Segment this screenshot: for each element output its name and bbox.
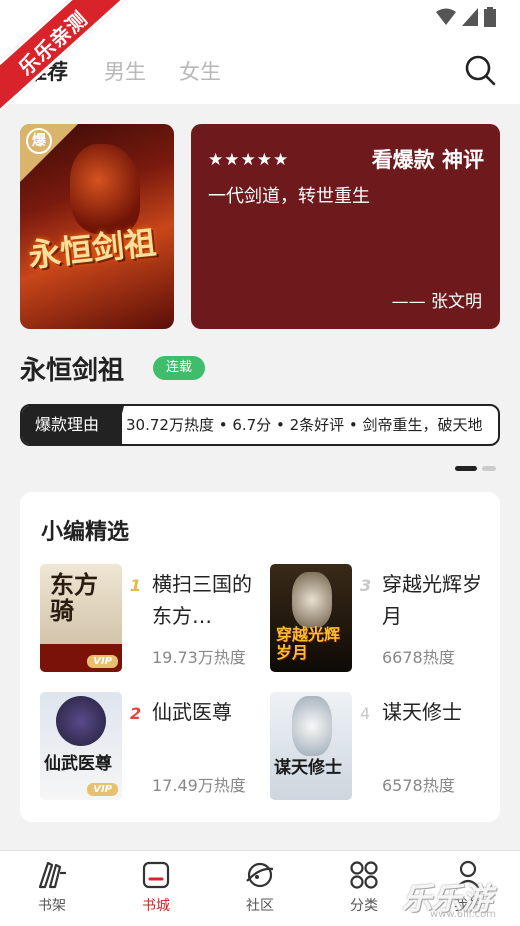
signal-icon bbox=[462, 8, 478, 26]
pager-dot-active bbox=[455, 466, 477, 471]
nav-label: 分类 bbox=[350, 898, 378, 914]
pick-item[interactable]: 仙武医尊 VIP 2 仙武医尊 17.49万热度 bbox=[40, 692, 260, 802]
book-cover: 穿越光辉岁月 bbox=[270, 564, 352, 672]
nav-bookshelf[interactable]: 书架 bbox=[17, 859, 87, 915]
book-name: 穿越光辉岁月 bbox=[382, 572, 482, 628]
rank-number: 1 bbox=[130, 576, 141, 595]
cover-art bbox=[56, 696, 106, 746]
tab-male[interactable]: 男生 bbox=[104, 56, 146, 86]
book-heat: 6678热度 bbox=[382, 648, 455, 667]
star-icon: ★ bbox=[208, 150, 225, 170]
community-icon bbox=[246, 862, 274, 888]
banner-author: —— 张文明 bbox=[391, 292, 482, 312]
hot-reason-bar: 爆款理由 30.72万热度 • 6.7分 • 2条好评 • 剑帝重生，破天地 bbox=[20, 404, 500, 446]
book-heat: 17.49万热度 bbox=[152, 776, 246, 795]
cover-text: 仙武医尊 bbox=[44, 754, 112, 774]
section-title: 小编精选 bbox=[41, 520, 130, 545]
nav-label: 书城 bbox=[142, 898, 170, 914]
rating-stars: ★★★★★ bbox=[208, 150, 289, 170]
book-heat: 6578热度 bbox=[382, 776, 455, 795]
reason-text: 30.72万热度 • 6.7分 • 2条好评 • 剑帝重生，破天地 bbox=[126, 416, 483, 434]
battery-icon bbox=[484, 7, 496, 27]
tab-female[interactable]: 女生 bbox=[179, 56, 221, 86]
book-name: 仙武医尊 bbox=[152, 700, 232, 724]
pick-item[interactable]: 穿越光辉岁月 3 穿越光辉岁月 6678热度 bbox=[270, 564, 490, 674]
banner-book-cover[interactable]: 爆 永恒剑祖 bbox=[20, 124, 174, 329]
nav-community[interactable]: 社区 bbox=[225, 859, 295, 915]
nav-category[interactable]: 分类 bbox=[329, 859, 399, 915]
reason-label: 爆款理由 bbox=[22, 406, 122, 444]
cover-text: 谋天修士 bbox=[274, 758, 342, 778]
rank-value: 1 bbox=[130, 576, 142, 595]
site-watermark-url: www.6lll.com bbox=[430, 909, 497, 920]
cover-text: 东方骑 bbox=[50, 570, 98, 625]
search-icon[interactable] bbox=[464, 54, 496, 86]
nav-bookstore[interactable]: 书城 bbox=[121, 859, 191, 915]
star-icon: ★ bbox=[273, 150, 290, 170]
bookstore-icon bbox=[142, 861, 170, 889]
rank-number: 4 bbox=[360, 704, 370, 723]
vip-badge: VIP bbox=[87, 783, 118, 796]
cover-title-art: 永恒剑祖 bbox=[26, 223, 158, 275]
status-icons bbox=[436, 7, 496, 27]
cover-art bbox=[292, 572, 332, 628]
pager-dot bbox=[482, 466, 496, 471]
book-cover: 东方骑 VIP bbox=[40, 564, 122, 672]
status-badge: 连载 bbox=[153, 356, 205, 380]
hot-badge: 爆 bbox=[26, 128, 52, 154]
rank-number: 2 bbox=[130, 704, 141, 723]
star-icon: ★ bbox=[256, 150, 273, 170]
banner-pager bbox=[455, 466, 496, 471]
vip-badge: VIP bbox=[87, 655, 118, 668]
bookshelf-icon bbox=[38, 861, 66, 889]
book-heat: 19.73万热度 bbox=[152, 648, 246, 667]
pick-item[interactable]: 东方骑 VIP 1 横扫三国的东方… 19.73万热度 bbox=[40, 564, 260, 674]
pick-item[interactable]: 谋天修士 4 谋天修士 6578热度 bbox=[270, 692, 490, 802]
rank-value: 3 bbox=[360, 576, 372, 595]
banner-review-card[interactable]: ★★★★★ 看爆款 神评 一代剑道，转世重生 —— 张文明 bbox=[191, 124, 500, 329]
category-icon bbox=[350, 861, 378, 889]
nav-label: 社区 bbox=[246, 898, 274, 914]
rank-value: 4 bbox=[360, 704, 371, 723]
wifi-icon bbox=[436, 8, 456, 25]
banner-book-title[interactable]: 永恒剑祖 bbox=[20, 350, 124, 387]
nav-label: 书架 bbox=[38, 898, 66, 914]
star-icon: ★ bbox=[240, 150, 257, 170]
book-cover: 谋天修士 bbox=[270, 692, 352, 800]
rank-number: 3 bbox=[360, 576, 371, 595]
editor-picks-section: 小编精选 东方骑 VIP 1 横扫三国的东方… 19.73万热度 穿越光辉岁月 … bbox=[20, 492, 500, 822]
cover-art bbox=[292, 696, 332, 756]
star-icon: ★ bbox=[224, 150, 241, 170]
cover-text: 穿越光辉岁月 bbox=[276, 625, 341, 662]
bookstore-content[interactable]: 爆 永恒剑祖 ★★★★★ 看爆款 神评 一代剑道，转世重生 —— 张文明 永恒剑… bbox=[0, 104, 520, 850]
rank-value: 2 bbox=[130, 704, 142, 723]
book-name: 谋天修士 bbox=[382, 700, 462, 724]
banner-quote: 一代剑道，转世重生 bbox=[208, 186, 370, 207]
reason-label-slant bbox=[114, 406, 124, 444]
book-name: 横扫三国的东方… bbox=[152, 572, 252, 628]
book-cover: 仙武医尊 VIP bbox=[40, 692, 122, 800]
banner-tagline: 看爆款 神评 bbox=[371, 148, 484, 172]
